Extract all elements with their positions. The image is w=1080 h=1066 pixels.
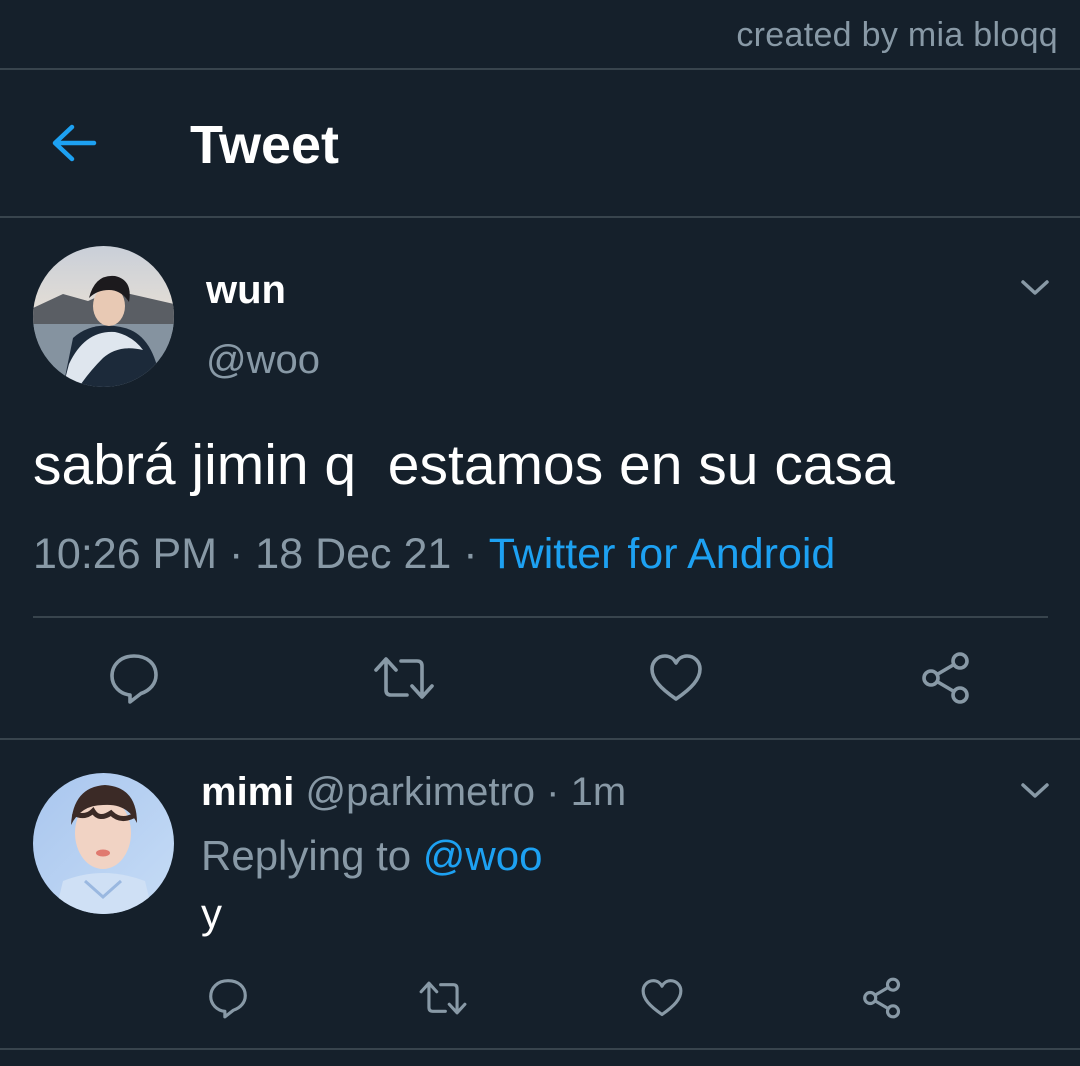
reply-button[interactable]: [206, 976, 250, 1020]
reply-header: mimi @parkimetro · 1m: [201, 770, 626, 815]
tweet-source-link[interactable]: Twitter for Android: [489, 530, 836, 578]
chevron-down-icon: [1021, 783, 1049, 798]
avatar[interactable]: [33, 246, 174, 387]
tweet-date: 18 Dec 21: [255, 530, 452, 578]
tweet-time: 10:26 PM: [33, 530, 218, 578]
share-button[interactable]: [918, 650, 974, 706]
back-button[interactable]: [46, 120, 102, 166]
like-button[interactable]: [640, 976, 684, 1020]
meta-separator: ·: [546, 770, 560, 814]
like-icon: [641, 979, 683, 1017]
credit-text: created by mia bloqq: [736, 16, 1058, 54]
display-name[interactable]: mimi: [201, 770, 294, 814]
tweet-divider: [0, 738, 1080, 740]
reply-icon: [110, 654, 158, 704]
tweet-menu-button[interactable]: [1018, 276, 1052, 298]
tweet-text: sabrá jimin q estamos en su casa: [33, 433, 895, 497]
meta-divider: [33, 616, 1048, 618]
share-button[interactable]: [860, 976, 904, 1020]
avatar-photo: [33, 773, 174, 914]
replying-to-label: Replying to: [201, 832, 412, 879]
display-name[interactable]: wun: [206, 268, 286, 313]
replying-to: Replying to @woo: [201, 832, 542, 880]
share-icon: [863, 977, 901, 1019]
header-divider: [0, 216, 1080, 218]
user-handle[interactable]: @parkimetro: [305, 770, 535, 814]
header-bar: Tweet: [0, 70, 1080, 216]
like-button[interactable]: [648, 650, 704, 706]
reply-icon: [209, 979, 247, 1019]
like-icon: [650, 654, 702, 701]
share-icon: [922, 652, 969, 704]
tweet-menu-button[interactable]: [1018, 779, 1052, 801]
user-handle[interactable]: @woo: [206, 338, 320, 383]
meta-separator: ·: [463, 530, 478, 578]
avatar-photo: [33, 246, 174, 387]
retweet-button[interactable]: [418, 976, 468, 1020]
tweet-text: y: [201, 890, 222, 937]
page-title: Tweet: [190, 115, 340, 175]
tweet-meta: 10:26 PM · 18 Dec 21 · Twitter for Andro…: [33, 530, 835, 579]
avatar[interactable]: [33, 773, 174, 914]
tweet-age: 1m: [570, 770, 627, 814]
retweet-button[interactable]: [372, 650, 436, 706]
replying-to-handle[interactable]: @woo: [423, 832, 543, 879]
retweet-icon: [419, 981, 467, 1015]
meta-separator: ·: [229, 530, 244, 578]
reply-button[interactable]: [106, 650, 162, 706]
arrow-left-icon: [52, 124, 97, 162]
retweet-icon: [374, 657, 434, 699]
bottom-divider: [0, 1048, 1080, 1050]
chevron-down-icon: [1021, 280, 1049, 295]
